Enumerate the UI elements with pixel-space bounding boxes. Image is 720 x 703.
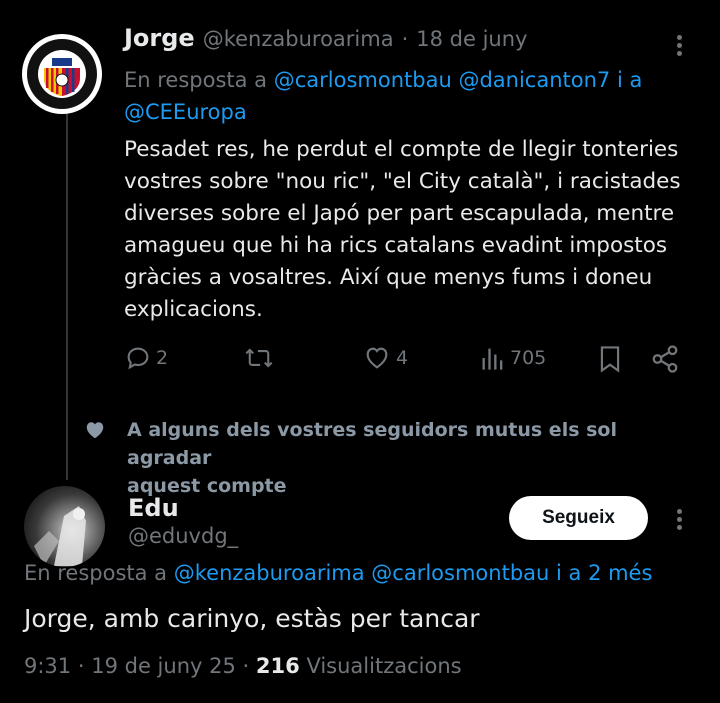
more-options-icon[interactable] bbox=[677, 32, 683, 59]
follow-button[interactable]: Segueix bbox=[509, 496, 648, 540]
retweet-button[interactable] bbox=[244, 344, 278, 372]
mention-link[interactable]: @carlosmontbau bbox=[274, 68, 452, 92]
mention-link[interactable]: @kenzaburoarima bbox=[174, 561, 365, 585]
reply-icon bbox=[127, 347, 149, 370]
views-button[interactable]: 705 bbox=[480, 344, 546, 372]
mention-link[interactable]: @CEEuropa bbox=[124, 100, 247, 124]
avatar[interactable] bbox=[22, 34, 102, 114]
tweet-body: Jorge, amb carinyo, estàs per tancar bbox=[24, 604, 480, 633]
views-count: 216 bbox=[255, 654, 300, 678]
profile-photo-icon bbox=[34, 506, 86, 566]
author-handle[interactable]: @eduvdg_ bbox=[128, 524, 238, 548]
share-button[interactable] bbox=[650, 344, 680, 378]
views-label: Visualitzacions bbox=[306, 654, 462, 678]
reply-and[interactable]: i a 2 més bbox=[556, 561, 652, 585]
like-count: 4 bbox=[396, 347, 409, 369]
like-button[interactable]: 4 bbox=[362, 344, 408, 372]
reply-context: En resposta a @kenzaburoarima @carlosmon… bbox=[24, 558, 652, 588]
share-icon bbox=[652, 345, 678, 373]
reply-prefix: En resposta a bbox=[124, 68, 268, 92]
club-badge-icon bbox=[23, 35, 101, 113]
reply-and[interactable]: i a bbox=[617, 68, 642, 92]
heart-filled-icon bbox=[84, 419, 106, 445]
separator: · bbox=[401, 27, 409, 51]
social-context: A alguns dels vostres seguidors mutus el… bbox=[127, 416, 707, 500]
social-context-line: A alguns dels vostres seguidors mutus el… bbox=[127, 419, 618, 469]
author-name[interactable]: Jorge bbox=[124, 24, 195, 52]
tweet-meta: 9:31 · 19 de juny 25 · 216 Visualitzacio… bbox=[24, 654, 462, 678]
heart-icon bbox=[366, 347, 388, 369]
avatar[interactable] bbox=[24, 486, 105, 567]
tweet-date[interactable]: 19 de juny 25 bbox=[91, 654, 236, 678]
tweet-body: Pesadet res, he perdut el compte de lleg… bbox=[124, 137, 681, 322]
reply-button[interactable]: 2 bbox=[124, 344, 168, 372]
bookmark-button[interactable] bbox=[597, 344, 623, 378]
tweet-date[interactable]: 18 de juny bbox=[416, 27, 527, 51]
reply-prefix: En resposta a bbox=[24, 561, 168, 585]
more-options-icon[interactable] bbox=[677, 506, 683, 533]
author-handle[interactable]: @kenzaburoarima bbox=[203, 27, 394, 51]
retweet-icon bbox=[245, 348, 273, 368]
reply-count: 2 bbox=[156, 347, 169, 369]
tweet-time[interactable]: 9:31 bbox=[24, 654, 71, 678]
reply-context: En resposta a @carlosmontbau @danicanton… bbox=[124, 64, 684, 128]
mention-link[interactable]: @danicanton7 bbox=[458, 68, 610, 92]
analytics-icon bbox=[482, 348, 503, 370]
mention-link[interactable]: @carlosmontbau bbox=[371, 561, 549, 585]
bookmark-icon bbox=[600, 346, 620, 373]
view-count: 705 bbox=[510, 347, 547, 369]
separator: · bbox=[77, 654, 85, 678]
separator: · bbox=[242, 654, 250, 678]
author-name[interactable]: Edu bbox=[128, 494, 179, 522]
thread-line bbox=[66, 108, 68, 480]
